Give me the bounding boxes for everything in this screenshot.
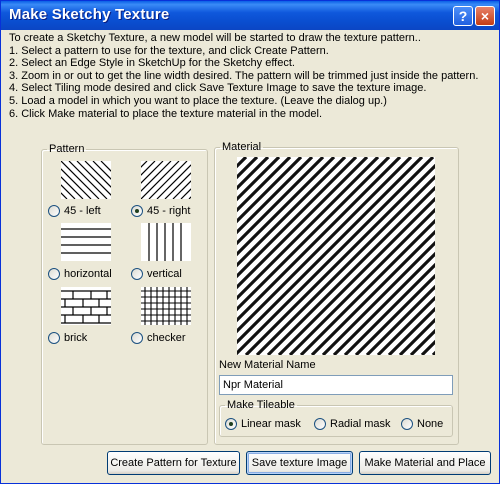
material-name-input[interactable]: Npr Material bbox=[219, 375, 453, 395]
instruction-line: 1. Select a pattern to use for the textu… bbox=[9, 44, 329, 57]
instruction-line: 2. Select an Edge Style in SketchUp for … bbox=[9, 57, 295, 70]
pattern-radio-vertical[interactable]: vertical bbox=[131, 268, 182, 280]
radio-circle[interactable] bbox=[314, 418, 326, 430]
vertical-lines-icon[interactable] bbox=[141, 223, 191, 261]
tile-radio-none[interactable]: None bbox=[401, 418, 443, 430]
help-button[interactable]: ? bbox=[453, 6, 473, 26]
tile-radio-radial-mask[interactable]: Radial mask bbox=[314, 418, 391, 430]
radio-circle[interactable] bbox=[401, 418, 413, 430]
pattern-radio-horizontal[interactable]: horizontal bbox=[48, 268, 112, 280]
pattern-radio-45-left[interactable]: 45 - left bbox=[48, 205, 101, 217]
checker-grid-icon[interactable] bbox=[141, 287, 191, 325]
tile-option-label: Linear mask bbox=[241, 418, 301, 430]
pattern-label: horizontal bbox=[64, 268, 112, 280]
radio-circle[interactable] bbox=[131, 332, 143, 344]
brick-pattern-icon[interactable] bbox=[61, 287, 111, 325]
radio-circle[interactable] bbox=[48, 332, 60, 344]
radio-circle[interactable] bbox=[131, 205, 143, 217]
pattern-legend: Pattern bbox=[49, 143, 85, 155]
radio-circle[interactable] bbox=[131, 268, 143, 280]
instruction-line: To create a Sketchy Texture, a new model… bbox=[9, 32, 421, 44]
pattern-label: 45 - right bbox=[147, 205, 191, 217]
instruction-line: 5. Load a model in which you want to pla… bbox=[9, 94, 387, 107]
tile-option-label: None bbox=[417, 418, 444, 430]
radio-circle[interactable] bbox=[48, 268, 60, 280]
texture-preview bbox=[237, 157, 435, 355]
dialog-window: Make Sketchy Texture ? × To create a Ske… bbox=[0, 0, 500, 484]
material-legend: Material bbox=[222, 141, 262, 153]
save-texture-image-button[interactable]: Save texture Image bbox=[246, 451, 353, 475]
horizontal-lines-icon[interactable] bbox=[61, 223, 111, 261]
instruction-line: 6. Click Make material to place the text… bbox=[9, 107, 323, 120]
instruction-line: 3. Zoom in or out to get the line width … bbox=[9, 69, 479, 82]
tile-option-label: Radial mask bbox=[330, 418, 391, 430]
diagonal-texture-preview bbox=[237, 157, 435, 355]
title-bar[interactable]: Make Sketchy Texture ? × bbox=[1, 1, 499, 30]
close-button[interactable]: × bbox=[475, 6, 495, 26]
tile-radio-linear-mask[interactable]: Linear mask bbox=[225, 418, 301, 430]
material-name-label: New Material Name bbox=[219, 359, 316, 371]
pattern-label: checker bbox=[147, 332, 186, 344]
instructions-text: To create a Sketchy Texture, a new model… bbox=[9, 32, 497, 120]
diagonal-right-lines-icon[interactable] bbox=[141, 161, 191, 199]
radio-circle[interactable] bbox=[48, 205, 60, 217]
pattern-radio-45-right[interactable]: 45 - right bbox=[131, 205, 190, 217]
make-tileable-legend: Make Tileable bbox=[227, 399, 295, 411]
create-pattern-button[interactable]: Create Pattern for Texture bbox=[107, 451, 240, 475]
pattern-label: brick bbox=[64, 332, 88, 344]
diagonal-left-lines-icon[interactable] bbox=[61, 161, 111, 199]
window-title: Make Sketchy Texture bbox=[9, 6, 170, 23]
pattern-label: vertical bbox=[147, 268, 182, 280]
radio-circle[interactable] bbox=[225, 418, 237, 430]
pattern-label: 45 - left bbox=[64, 205, 101, 217]
pattern-radio-checker[interactable]: checker bbox=[131, 332, 186, 344]
pattern-radio-brick[interactable]: brick bbox=[48, 332, 87, 344]
instruction-line: 4. Select Tiling mode desired and click … bbox=[9, 82, 427, 95]
make-material-button[interactable]: Make Material and Place bbox=[359, 451, 491, 475]
